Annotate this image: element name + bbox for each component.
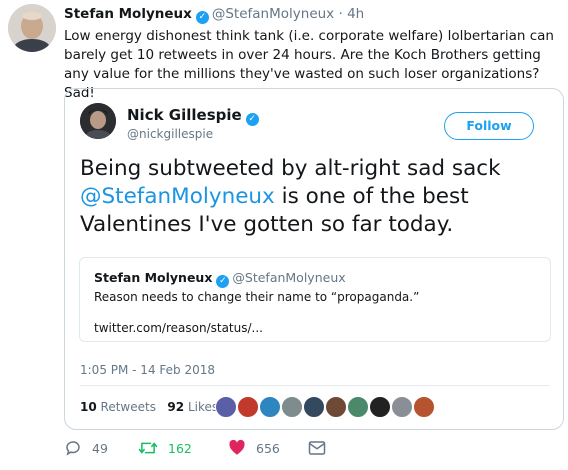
header-separator: · <box>338 6 343 22</box>
retweets-label[interactable]: Retweets <box>101 400 156 414</box>
author-handle[interactable]: @StefanMolyneux <box>212 6 334 22</box>
likes-count[interactable]: 92 <box>167 400 184 414</box>
reply-count: 49 <box>92 440 108 456</box>
liker-avatar[interactable] <box>413 396 435 418</box>
likes-label[interactable]: Likes <box>188 400 218 414</box>
verified-badge-icon: ✓ <box>195 11 209 24</box>
retweet-icon <box>138 442 158 454</box>
retweet-button[interactable]: 162 <box>138 437 192 459</box>
quoted-text-before: Being subtweeted by alt-right sad sack <box>80 156 501 181</box>
mention-link[interactable]: @StefanMolyneux <box>80 184 275 209</box>
liker-avatar[interactable] <box>347 396 369 418</box>
divider <box>80 385 550 386</box>
quoted-author-handle[interactable]: @nickgillespie <box>127 127 213 141</box>
quoted-author-name[interactable]: Nick Gillespie <box>127 106 242 124</box>
inner-quote-header: Stefan Molyneux ✓ @StefanMolyneux <box>94 270 346 288</box>
direct-message-button[interactable] <box>308 437 326 459</box>
tweet-action-bar: 49 162 656 <box>64 437 544 463</box>
verified-badge-icon: ✓ <box>245 113 259 126</box>
inner-author-handle: @StefanMolyneux <box>232 270 346 285</box>
like-button[interactable]: 656 <box>228 437 280 459</box>
engagement-stats: 10 Retweets 92 Likes <box>80 400 218 414</box>
quoted-tweet-timestamp[interactable]: 1:05 PM - 14 Feb 2018 <box>80 363 215 377</box>
liker-avatar[interactable] <box>391 396 413 418</box>
like-icon <box>229 439 245 455</box>
reply-button[interactable]: 49 <box>64 437 108 459</box>
liker-avatar[interactable] <box>215 396 237 418</box>
liker-avatar[interactable] <box>237 396 259 418</box>
quoted-author-name-line: Nick Gillespie ✓ <box>127 106 262 126</box>
inner-quote-link[interactable]: twitter.com/reason/status/... <box>94 321 263 335</box>
liker-avatar[interactable] <box>281 396 303 418</box>
quoted-tweet-card[interactable]: Nick Gillespie ✓ @nickgillespie Follow Be… <box>64 88 564 430</box>
inner-author-name: Stefan Molyneux <box>94 270 213 285</box>
follow-button[interactable]: Follow <box>444 112 534 140</box>
tweet-header: Stefan Molyneux ✓ @StefanMolyneux · 4h <box>64 6 364 24</box>
liker-avatar[interactable] <box>303 396 325 418</box>
liker-avatar[interactable] <box>259 396 281 418</box>
retweets-count[interactable]: 10 <box>80 400 97 414</box>
inner-quoted-tweet[interactable]: Stefan Molyneux ✓ @StefanMolyneux Reason n… <box>79 257 551 342</box>
tweet-time[interactable]: 4h <box>347 6 364 22</box>
verified-badge-icon: ✓ <box>216 275 230 288</box>
liker-avatar[interactable] <box>325 396 347 418</box>
retweet-count: 162 <box>168 440 192 456</box>
quoted-author-avatar[interactable] <box>80 103 116 139</box>
reply-icon <box>66 441 80 456</box>
inner-quote-text: Reason needs to change their name to “pr… <box>94 290 420 304</box>
quoted-tweet-text: Being subtweeted by alt-right sad sack @… <box>80 155 550 239</box>
liker-avatar[interactable] <box>369 396 391 418</box>
message-icon <box>308 441 326 455</box>
like-count: 656 <box>256 440 280 456</box>
author-avatar[interactable] <box>8 4 56 52</box>
author-name[interactable]: Stefan Molyneux <box>64 6 192 22</box>
